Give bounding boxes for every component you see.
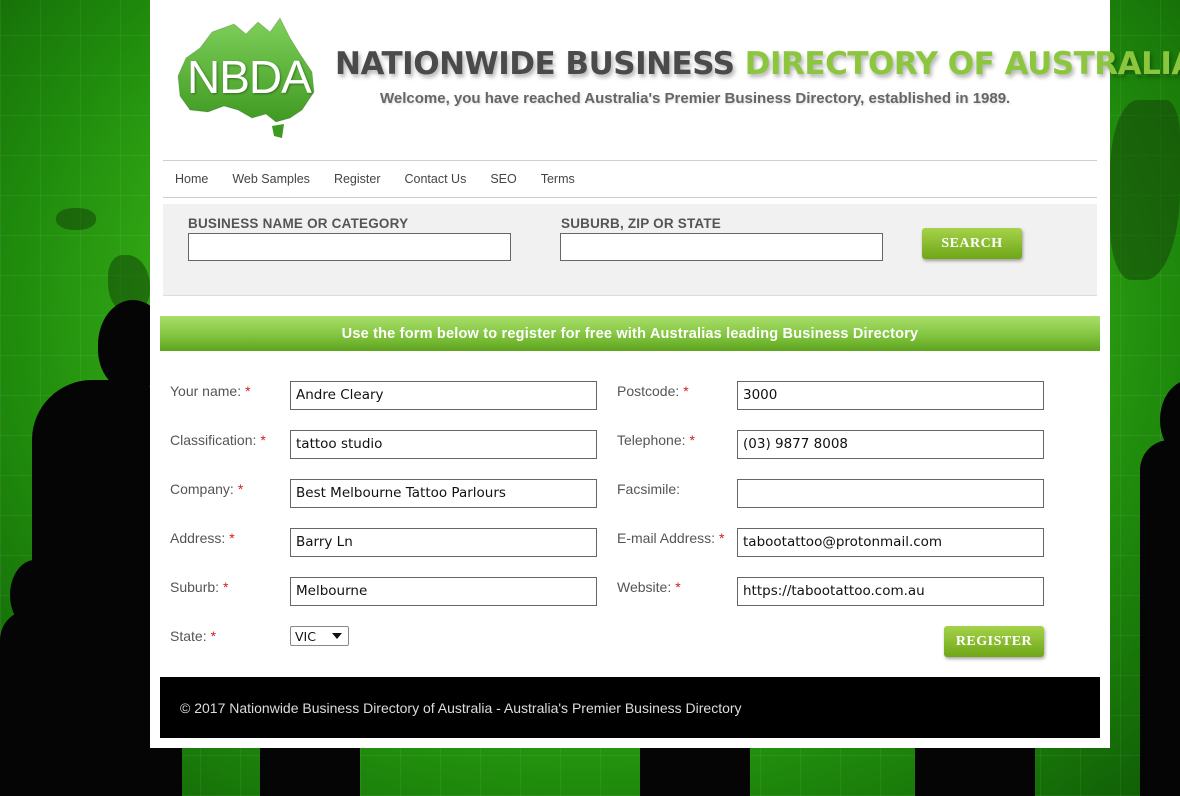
website-input[interactable]: https://tabootattoo.com.au [737,577,1044,606]
state-select[interactable]: VIC [290,626,349,646]
facsimile-label: Facsimile: [617,481,680,497]
suburb-label: Suburb: * [170,579,229,595]
background-silhouette [0,610,60,796]
required-marker: * [675,579,681,595]
company-input[interactable]: Best Melbourne Tattoo Parlours [290,479,597,508]
your-name-label: Your name: * [170,383,251,399]
classification-label-text: Classification: [170,432,257,448]
page-container: NBDA NATIONWIDE BUSINESS DIRECTORY OF AU… [150,0,1180,748]
nav-terms[interactable]: Terms [541,172,575,186]
telephone-label-text: Telephone: [617,432,686,448]
register-button[interactable]: REGISTER [944,626,1044,657]
search-button[interactable]: SEARCH [922,228,1022,259]
website-label-text: Website: [617,579,672,595]
background-silhouette [640,740,750,796]
required-marker: * [719,530,725,546]
site-header: NBDA NATIONWIDE BUSINESS DIRECTORY OF AU… [150,0,1180,160]
state-select-value: VIC [295,628,316,644]
postcode-input[interactable]: 3000 [737,381,1044,410]
email-label-text: E-mail Address: [617,530,716,546]
site-footer: © 2017 Nationwide Business Directory of … [160,677,1100,738]
nav-web-samples[interactable]: Web Samples [232,172,310,186]
email-label: E-mail Address: * [617,530,725,546]
suburb-input[interactable]: Melbourne [290,577,597,606]
nav-contact-us[interactable]: Contact Us [404,172,466,186]
company-label: Company: * [170,481,243,497]
nav-home[interactable]: Home [175,172,208,186]
background-silhouette [1140,440,1180,796]
state-label: State: * [170,628,216,644]
australia-map-logo-icon[interactable]: NBDA [172,14,322,139]
required-marker: * [237,481,244,497]
logo-text: NBDA [187,51,312,103]
website-label: Website: * [617,579,681,595]
register-banner: Use the form below to register for free … [160,316,1100,351]
nav-seo[interactable]: SEO [490,172,516,186]
facsimile-label-text: Facsimile: [617,481,681,497]
required-marker: * [245,383,251,399]
required-marker: * [223,579,229,595]
company-label-text: Company: [170,481,234,497]
required-marker: * [260,432,266,448]
site-title-green: DIRECTORY OF AUSTRALIA [744,46,1180,82]
business-search-label: BUSINESS NAME OR CATEGORY [188,216,409,231]
state-label-text: State: [170,628,207,644]
main-nav: Home Web Samples Register Contact Us SEO… [163,160,1097,198]
email-input[interactable]: tabootattoo@protonmail.com [737,528,1044,557]
background-map-shape [1110,100,1180,280]
suburb-label-text: Suburb: [170,579,220,595]
postcode-label-text: Postcode: [617,383,680,399]
required-marker: * [229,530,235,546]
address-label: Address: * [170,530,235,546]
site-tagline: Welcome, you have reached Australia's Pr… [380,90,1011,107]
location-search-label: SUBURB, ZIP OR STATE [561,216,722,231]
background-silhouette [915,740,1035,796]
your-name-input[interactable]: Andre Cleary [290,381,597,410]
classification-input[interactable]: tattoo studio [290,430,597,459]
business-search-input[interactable] [188,233,511,261]
site-title-dark: NATIONWIDE BUSINESS [335,46,735,82]
classification-label: Classification: * [170,432,266,448]
telephone-label: Telephone: * [617,432,695,448]
dropdown-arrow-icon [332,633,342,639]
background-silhouette [260,740,360,796]
postcode-label: Postcode: * [617,383,689,399]
site-title: NATIONWIDE BUSINESS DIRECTORY OF AUSTRAL… [335,46,1180,82]
location-search-input[interactable] [560,233,883,261]
search-panel: BUSINESS NAME OR CATEGORY SUBURB, ZIP OR… [163,204,1097,296]
required-marker: * [683,383,689,399]
address-input[interactable]: Barry Ln [290,528,597,557]
telephone-input[interactable]: (03) 9877 8008 [737,430,1044,459]
background-map-shape [56,208,96,230]
required-marker: * [689,432,695,448]
footer-copyright: © 2017 Nationwide Business Directory of … [180,700,742,716]
your-name-label-text: Your name: [170,383,242,399]
nav-register[interactable]: Register [334,172,381,186]
address-label-text: Address: [170,530,226,546]
required-marker: * [210,628,217,644]
facsimile-input[interactable] [737,479,1044,508]
